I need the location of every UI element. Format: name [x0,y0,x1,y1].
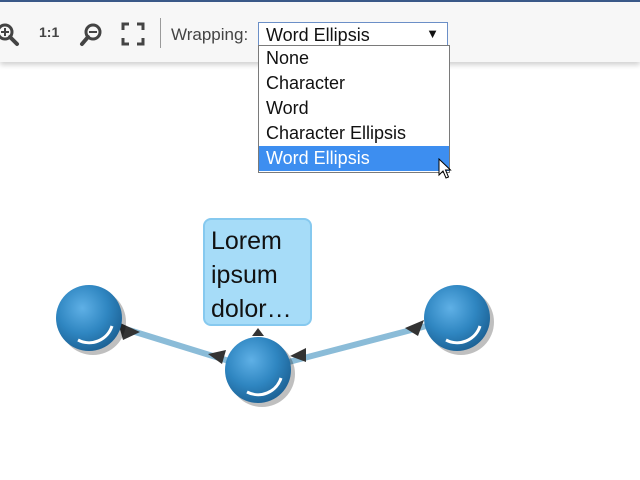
label-connector-arrow [252,328,264,336]
fit-to-screen-icon[interactable] [120,21,146,47]
wrapping-dropdown-list: None Character Word Character Ellipsis W… [258,45,450,173]
toolbar-separator [160,18,161,48]
graph-node-center[interactable] [225,337,295,407]
edge-right-arrow-start [290,348,306,362]
node-label-bubble[interactable]: Lorem ipsum dolor… [203,218,312,326]
dropdown-arrow-icon: ▼ [426,26,439,41]
wrapping-option-word-ellipsis[interactable]: Word Ellipsis [259,146,449,171]
zoom-out-icon[interactable] [79,21,105,47]
reset-zoom-button[interactable]: 1:1 [39,24,59,40]
wrapping-label: Wrapping: [171,25,249,44]
edge-right-arrow-end [405,320,424,336]
node-label-line: Lorem [211,227,282,255]
node-label-line: dolor… [211,295,292,323]
graph-node-right[interactable] [424,285,494,355]
node-label-text: Lorem ipsum dolor… [211,224,311,326]
wrapping-option-word[interactable]: Word [259,96,449,121]
wrapping-select[interactable]: Word Ellipsis ▼ [258,22,448,47]
wrapping-option-character[interactable]: Character [259,71,449,96]
mouse-cursor-icon [438,158,452,179]
wrapping-option-none[interactable]: None [259,46,449,71]
wrapping-option-character-ellipsis[interactable]: Character Ellipsis [259,121,449,146]
zoom-in-icon[interactable] [0,21,20,47]
graph-node-left[interactable] [56,285,126,355]
edge-left-arrow-end [208,350,226,364]
node-label-line: ipsum [211,261,278,289]
wrapping-select-value: Word Ellipsis [266,25,370,45]
